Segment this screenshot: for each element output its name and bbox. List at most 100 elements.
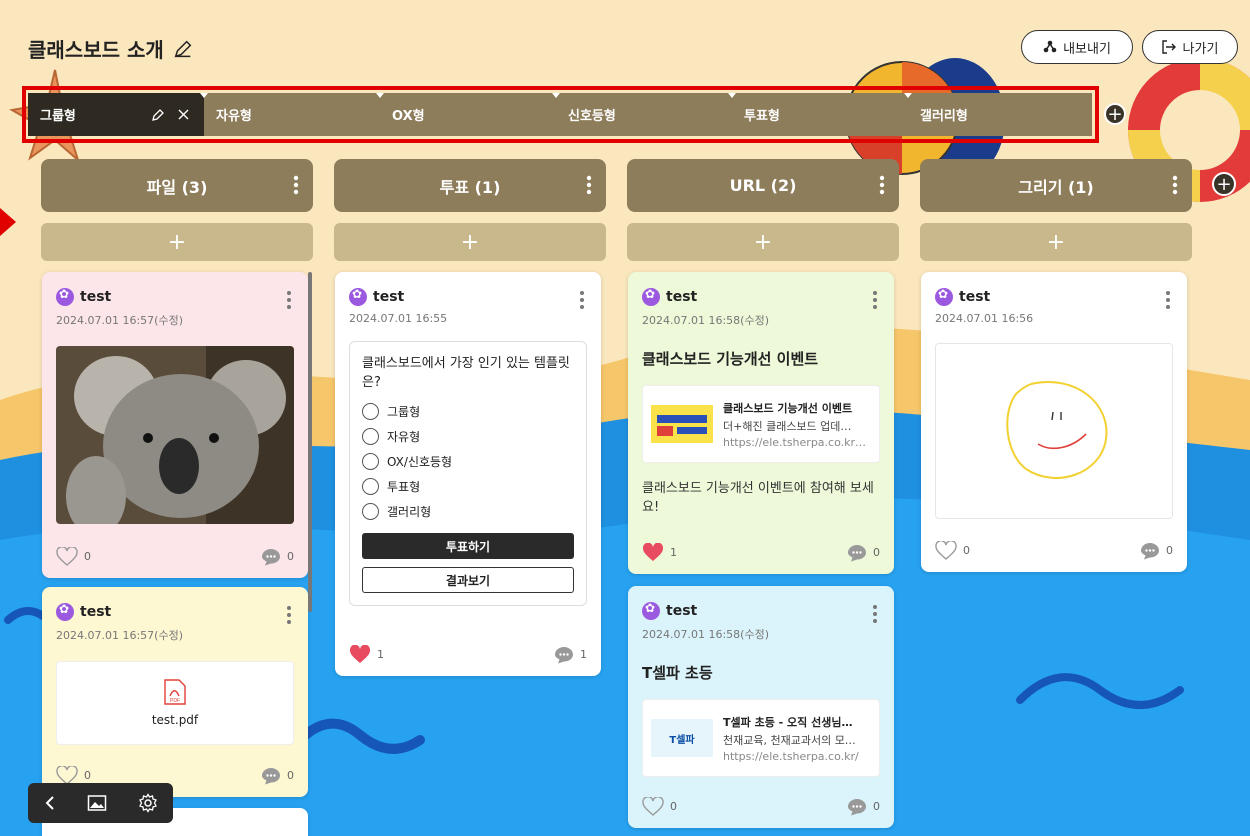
like-count: 0	[963, 544, 970, 557]
link-preview[interactable]: T셀파 T셀파 초등 - 오직 선생님… 천재교육, 천재교과서의 모… htt…	[642, 699, 880, 777]
tab-gallery[interactable]: 갤러리형	[904, 93, 1092, 136]
comment-count: 0	[287, 550, 294, 563]
poll-option-label: OX/신호등형	[387, 455, 453, 469]
link-description: 천재교육, 천재교과서의 모…	[723, 733, 856, 747]
koala-photo[interactable]	[56, 346, 294, 524]
column-title: 파일 (3)	[146, 177, 208, 197]
post-footer: 1 1	[349, 645, 587, 664]
tab-vote[interactable]: 투표형	[728, 93, 908, 136]
post-title: 클래스보드 기능개선 이벤트	[642, 350, 819, 368]
post-date: 2024.07.01 16:58(수정)	[642, 628, 770, 641]
add-post-button[interactable]: +	[334, 223, 606, 261]
post-author: test	[56, 287, 294, 306]
poll-option-label: 투표형	[387, 480, 421, 494]
back-icon[interactable]	[44, 795, 56, 811]
add-post-button[interactable]: +	[920, 223, 1192, 261]
post-author: test	[642, 601, 880, 620]
author-name: test	[666, 603, 698, 619]
page-title: 클래스보드 소개	[28, 34, 194, 63]
kebab-icon[interactable]	[286, 605, 292, 625]
comment-icon[interactable]	[261, 548, 281, 566]
heart-icon[interactable]	[349, 645, 371, 664]
image-icon[interactable]	[87, 794, 107, 812]
page-title-text: 클래스보드 소개	[28, 38, 164, 62]
tab-label: 투표형	[744, 109, 780, 124]
tab-label: OX형	[392, 109, 425, 124]
column-header: 투표 (1)	[334, 159, 606, 212]
column-header: 그리기 (1)	[920, 159, 1192, 212]
exit-button[interactable]: 나가기	[1142, 30, 1238, 64]
poll-option[interactable]: 자유형	[362, 427, 574, 446]
kebab-icon[interactable]	[1172, 175, 1178, 195]
heart-icon[interactable]	[642, 543, 664, 562]
column-scrollbar[interactable]	[308, 272, 312, 612]
url-card[interactable]: test 2024.07.01 16:58(수정) T셀파 초등 T셀파 T셀파…	[628, 586, 894, 828]
tab-divider-marker	[552, 93, 560, 98]
vote-button[interactable]: 투표하기	[362, 533, 574, 559]
poll-option[interactable]: OX/신호등형	[362, 452, 574, 471]
avatar	[642, 287, 660, 306]
poll-card[interactable]: test 2024.07.01 16:55 클래스보드에서 가장 인기 있는 템…	[335, 272, 601, 676]
add-post-button[interactable]: +	[41, 223, 313, 261]
poll-option[interactable]: 그룹형	[362, 402, 574, 421]
export-icon	[1043, 40, 1057, 53]
comment-icon[interactable]	[1140, 542, 1160, 560]
add-tab-button[interactable]: +	[1104, 103, 1126, 125]
heart-icon[interactable]	[642, 797, 664, 816]
heart-icon[interactable]	[56, 547, 78, 566]
view-results-button[interactable]: 결과보기	[362, 567, 574, 593]
column-drawing: 그리기 (1) +	[920, 159, 1192, 261]
close-icon[interactable]	[177, 108, 190, 121]
column-vote: 투표 (1) +	[334, 159, 606, 261]
poll-option[interactable]: 투표형	[362, 477, 574, 496]
radio-button[interactable]	[362, 503, 379, 520]
smiley-drawing[interactable]	[935, 343, 1173, 519]
radio-button[interactable]	[362, 428, 379, 445]
left-pointer-arrow	[0, 208, 16, 236]
heart-icon[interactable]	[935, 541, 957, 560]
kebab-icon[interactable]	[586, 175, 592, 195]
comment-count: 0	[1166, 544, 1173, 557]
column-title: URL (2)	[729, 176, 797, 195]
avatar	[56, 287, 74, 306]
comment-icon[interactable]	[847, 544, 867, 562]
tab-ox[interactable]: OX형	[376, 93, 556, 136]
tab-group[interactable]: 그룹형	[28, 93, 204, 136]
export-button[interactable]: 내보내기	[1021, 30, 1133, 64]
author-name: test	[80, 604, 112, 620]
tab-traffic-light[interactable]: 신호등형	[552, 93, 732, 136]
post-card[interactable]: test 2024.07.01 16:57(수정) PDF test.pdf 0…	[42, 587, 308, 797]
post-author: test	[935, 287, 1173, 306]
comment-icon[interactable]	[261, 767, 281, 785]
author-name: test	[80, 289, 112, 305]
export-label: 내보내기	[1063, 41, 1111, 57]
radio-button[interactable]	[362, 453, 379, 470]
kebab-icon[interactable]	[879, 175, 885, 195]
add-column-button[interactable]: +	[1212, 172, 1236, 196]
drawing-card[interactable]: test 2024.07.01 16:56 0 0	[921, 272, 1187, 572]
post-card[interactable]: test 2024.07.01 16:57(수정) 0 0	[42, 272, 308, 578]
tab-free[interactable]: 자유형	[200, 93, 380, 136]
radio-button[interactable]	[362, 478, 379, 495]
pencil-icon[interactable]	[172, 38, 194, 60]
link-preview[interactable]: 클래스보드 기능개선 이벤트 더+해진 클래스보드 업데… https://el…	[642, 385, 880, 463]
kebab-icon[interactable]	[579, 290, 585, 310]
poll-option[interactable]: 갤러리형	[362, 502, 574, 521]
poll-option-label: 자유형	[387, 430, 421, 444]
pencil-icon[interactable]	[151, 108, 165, 122]
kebab-icon[interactable]	[286, 290, 292, 310]
kebab-icon[interactable]	[872, 604, 878, 624]
url-card[interactable]: test 2024.07.01 16:58(수정) 클래스보드 기능개선 이벤트…	[628, 272, 894, 574]
comment-icon[interactable]	[554, 646, 574, 664]
kebab-icon[interactable]	[872, 290, 878, 310]
kebab-icon[interactable]	[1165, 290, 1171, 310]
thumbnail-logo-text: T셀파	[669, 734, 695, 746]
tab-label: 그룹형	[40, 109, 76, 124]
avatar	[935, 287, 953, 306]
radio-button[interactable]	[362, 403, 379, 420]
kebab-icon[interactable]	[293, 175, 299, 195]
settings-icon[interactable]	[138, 793, 158, 813]
add-post-button[interactable]: +	[627, 223, 899, 261]
file-attachment[interactable]: PDF test.pdf	[56, 661, 294, 745]
comment-icon[interactable]	[847, 798, 867, 816]
